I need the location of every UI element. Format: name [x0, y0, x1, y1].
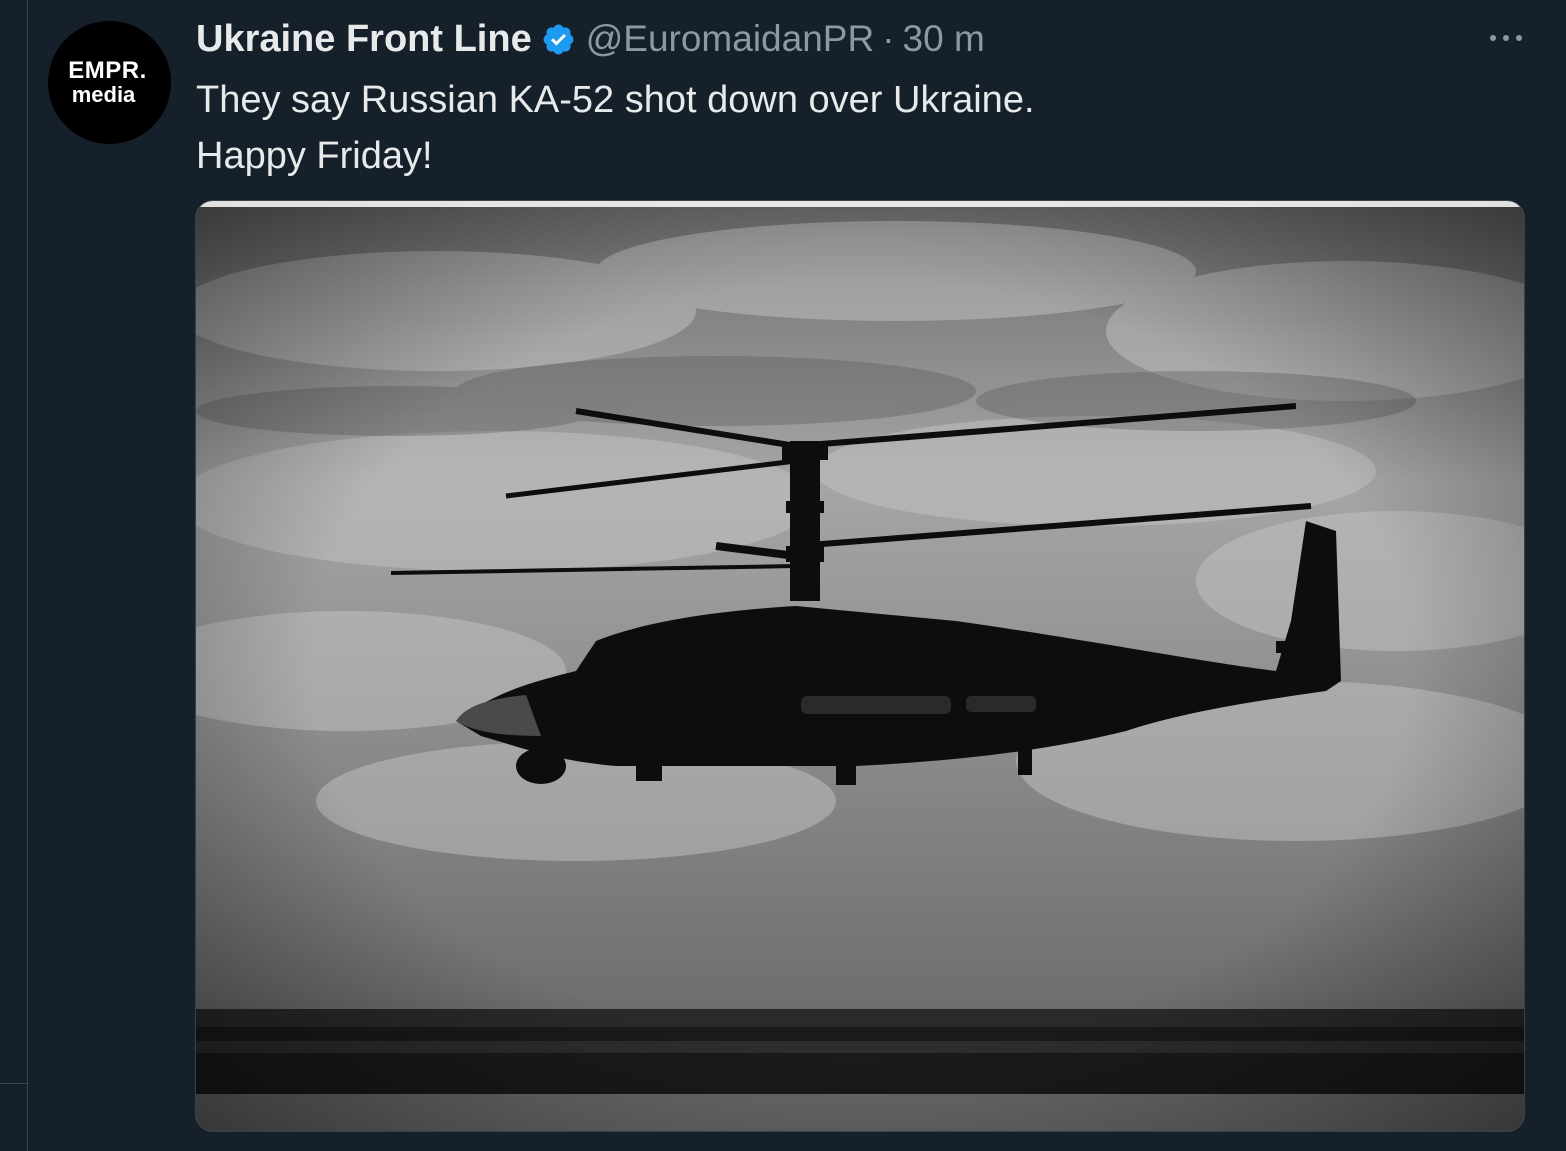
tweet-page: EMPR. media Ukraine Front Line @Euromaid… [0, 0, 1566, 1151]
header-separator: · [882, 18, 895, 59]
avatar[interactable]: EMPR. media [48, 21, 171, 144]
left-divider [0, 1083, 27, 1084]
author-name[interactable]: Ukraine Front Line [196, 18, 532, 61]
tweet-header: Ukraine Front Line @EuromaidanPR · 30 m [196, 14, 985, 64]
author-handle[interactable]: @EuromaidanPR [586, 18, 874, 60]
more-dot [1490, 35, 1496, 41]
more-dot [1516, 35, 1522, 41]
helicopter-photo [196, 201, 1524, 1131]
tweet-text-line: Happy Friday! [196, 135, 433, 177]
tweet-text: They say Russian KA-52 shot down over Uk… [196, 72, 1035, 184]
more-options-icon[interactable] [1490, 30, 1522, 46]
verified-badge-icon [543, 24, 574, 54]
avatar-text-line2: media [71, 82, 136, 107]
tweet-timestamp[interactable]: 30 m [903, 18, 985, 60]
avatar-text-line1: EMPR. [68, 57, 147, 84]
column-divider [27, 0, 28, 1151]
tweet-text-line: They say Russian KA-52 shot down over Uk… [196, 79, 1035, 121]
tweet-media-photo[interactable] [195, 200, 1525, 1132]
more-dot [1503, 35, 1509, 41]
